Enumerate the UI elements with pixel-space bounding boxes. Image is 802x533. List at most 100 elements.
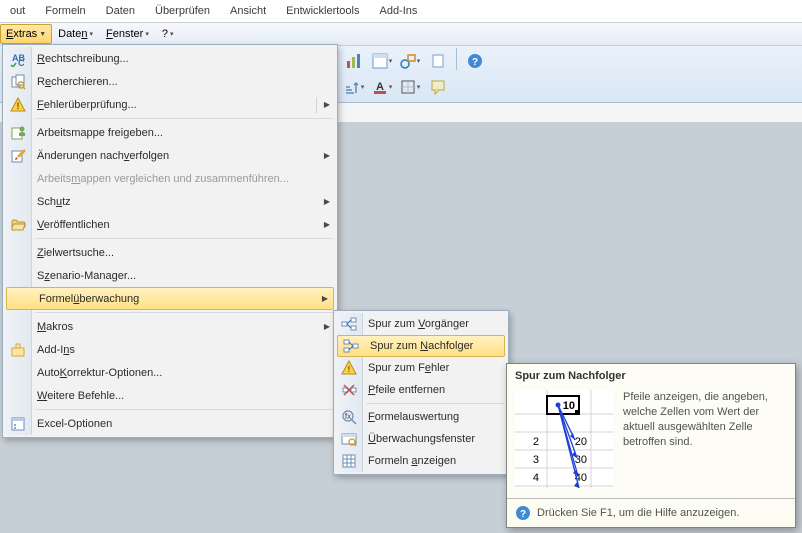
svg-text:fx: fx xyxy=(345,412,351,421)
menu-item-excel-optionen[interactable]: Excel-Optionen xyxy=(5,412,335,435)
comment-icon[interactable] xyxy=(426,75,450,99)
svg-text:4: 4 xyxy=(533,472,539,484)
chevron-down-icon: ▼ xyxy=(39,31,46,38)
menu-item-fehlerueberpruefung[interactable]: ! Fehlerüberprüfung... ▶ xyxy=(5,93,335,116)
chevron-down-icon: ▾ xyxy=(145,30,149,38)
svg-text:?: ? xyxy=(472,57,478,68)
formelueberwachung-submenu: Spur zum Vorgänger Spur zum Nachfolger !… xyxy=(333,310,509,475)
menu-item-arbeitsmappe-freigeben[interactable]: Arbeitsmappe freigeben... xyxy=(5,121,335,144)
addins-icon xyxy=(5,342,31,358)
remove-arrows-icon xyxy=(336,382,362,398)
symbol-icon[interactable] xyxy=(426,49,450,73)
tooltip-footer: ? Drücken Sie F1, um die Hilfe anzuzeige… xyxy=(507,498,795,527)
submenu-label: Pfeile entfernen xyxy=(362,384,506,396)
menu-label: Fehlerüberprüfung... xyxy=(31,99,316,111)
submenu-label: Spur zum Nachfolger xyxy=(364,340,504,352)
pivot-icon[interactable]: ▾ xyxy=(370,49,394,73)
ribbon-tab-daten[interactable]: Daten xyxy=(96,1,145,21)
menu-item-weitere-befehle[interactable]: Weitere Befehle... xyxy=(5,384,335,407)
submenu-label: Spur zum Vorgänger xyxy=(362,318,506,330)
svg-text:2: 2 xyxy=(533,436,539,448)
menu-label: Änderungen nachverfolgen xyxy=(31,150,319,162)
shapes-icon[interactable]: ▾ xyxy=(398,49,422,73)
submenu-item-spur-vorgaenger[interactable]: Spur zum Vorgänger xyxy=(336,313,506,335)
ribbon-tab-ueberpruefen[interactable]: Überprüfen xyxy=(145,1,220,21)
show-formulas-icon xyxy=(336,453,362,469)
chart-icon[interactable] xyxy=(342,49,366,73)
ribbon-tab-formeln[interactable]: Formeln xyxy=(35,1,95,21)
menu-label: Zielwertsuche... xyxy=(31,247,335,259)
submenu-item-ueberwachungsfenster[interactable]: Überwachungsfenster xyxy=(336,428,506,450)
help-icon[interactable]: ? xyxy=(463,49,487,73)
submenu-label: Formeln anzeigen xyxy=(362,455,506,467)
options-icon xyxy=(5,416,31,432)
submenu-arrow-icon: ▶ xyxy=(319,220,335,229)
ribbon-tab-entwicklertools[interactable]: Entwicklertools xyxy=(276,1,369,21)
font-color-icon[interactable]: A▾ xyxy=(370,75,394,99)
menu-label: Add-Ins xyxy=(31,344,335,356)
trace-precedents-icon xyxy=(336,316,362,332)
chevron-down-icon: ▾ xyxy=(170,30,174,38)
classic-menubar: Extras ▼ Daten ▾ Fenster ▾ ? ▾ xyxy=(0,23,802,46)
menu-label: Weitere Befehle... xyxy=(31,390,335,402)
svg-text:20: 20 xyxy=(575,436,587,448)
track-changes-icon xyxy=(5,148,31,164)
evaluate-formula-icon: fx xyxy=(336,409,362,425)
tooltip-footer-text: Drücken Sie F1, um die Hilfe anzuzeigen. xyxy=(537,507,739,519)
menu-item-zielwertsuche[interactable]: Zielwertsuche... xyxy=(5,241,335,264)
share-workbook-icon xyxy=(5,125,31,141)
tooltip-description: Pfeile anzeigen, die angeben, welche Zel… xyxy=(623,390,787,488)
submenu-item-spur-fehler[interactable]: ! Spur zum Fehler xyxy=(336,357,506,379)
watch-window-icon xyxy=(336,431,362,447)
menu-separator xyxy=(35,409,333,410)
menu-item-formelueberwachung[interactable]: Formelüberwachung ▶ xyxy=(6,287,334,310)
menu-item-schutz[interactable]: Schutz ▶ xyxy=(5,190,335,213)
menu-label: Szenario-Manager... xyxy=(31,270,335,282)
ribbon-tab-partial[interactable]: out xyxy=(0,1,35,21)
border-icon[interactable]: ▾ xyxy=(398,75,422,99)
menu-label: Rechtschreibung... xyxy=(31,53,335,65)
menu-separator xyxy=(35,312,333,313)
menu-item-recherchieren[interactable]: Recherchieren... xyxy=(5,70,335,93)
menu-label: Schutz xyxy=(31,196,319,208)
svg-text:?: ? xyxy=(520,509,526,520)
menubar-help[interactable]: ? ▾ xyxy=(156,23,181,45)
svg-text:!: ! xyxy=(17,101,20,111)
menu-separator xyxy=(35,118,333,119)
menu-item-veroeffentlichen[interactable]: Veröffentlichen ▶ xyxy=(5,213,335,236)
trace-dependents-icon xyxy=(338,338,364,354)
menubar-daten[interactable]: Daten ▾ xyxy=(52,23,100,45)
menu-item-addins[interactable]: Add-Ins xyxy=(5,338,335,361)
menu-separator xyxy=(35,238,333,239)
menu-item-rechtschreibung[interactable]: ABC Rechtschreibung... xyxy=(5,47,335,70)
research-icon xyxy=(5,74,31,90)
svg-text:!: ! xyxy=(348,365,351,374)
menu-item-aenderungen-nachverfolgen[interactable]: Änderungen nachverfolgen ▶ xyxy=(5,144,335,167)
menu-item-autokorrektur[interactable]: AutoKorrektur-Optionen... xyxy=(5,361,335,384)
sort-icon[interactable]: ▾ xyxy=(342,75,366,99)
svg-text:3: 3 xyxy=(533,454,539,466)
menubar-fenster-label: Fenster xyxy=(106,28,143,40)
menu-item-makros[interactable]: Makros ▶ xyxy=(5,315,335,338)
menu-item-szenario-manager[interactable]: Szenario-Manager... xyxy=(5,264,335,287)
menubar-fenster[interactable]: Fenster ▾ xyxy=(100,23,156,45)
submenu-item-formeln-anzeigen[interactable]: Formeln anzeigen xyxy=(336,450,506,472)
submenu-arrow-icon: ▶ xyxy=(317,294,333,303)
menu-label: Recherchieren... xyxy=(31,76,335,88)
submenu-arrow-icon: ▶ xyxy=(319,197,335,206)
submenu-item-spur-nachfolger[interactable]: Spur zum Nachfolger xyxy=(337,335,505,357)
help-icon: ? xyxy=(515,505,531,521)
tooltip-pane: Spur zum Nachfolger 10 2 3 4 20 xyxy=(506,363,796,528)
menu-label: AutoKorrektur-Optionen... xyxy=(31,367,335,379)
menu-item-arbeitsmappen-vergleichen: Arbeitsmappen vergleichen und zusammenfü… xyxy=(5,167,335,190)
ribbon-tab-addins[interactable]: Add-Ins xyxy=(369,1,427,21)
submenu-item-pfeile-entfernen[interactable]: Pfeile entfernen xyxy=(336,379,506,401)
menubar-extras[interactable]: Extras ▼ xyxy=(0,24,52,44)
submenu-item-formelauswertung[interactable]: fx Formelauswertung xyxy=(336,406,506,428)
ribbon-tab-ansicht[interactable]: Ansicht xyxy=(220,1,276,21)
chevron-down-icon: ▾ xyxy=(90,30,94,38)
menu-label: Arbeitsmappen vergleichen und zusammenfü… xyxy=(31,173,335,185)
submenu-arrow-icon: ▶ xyxy=(319,100,335,109)
submenu-arrow-icon: ▶ xyxy=(319,151,335,160)
spellcheck-icon: ABC xyxy=(5,51,31,67)
